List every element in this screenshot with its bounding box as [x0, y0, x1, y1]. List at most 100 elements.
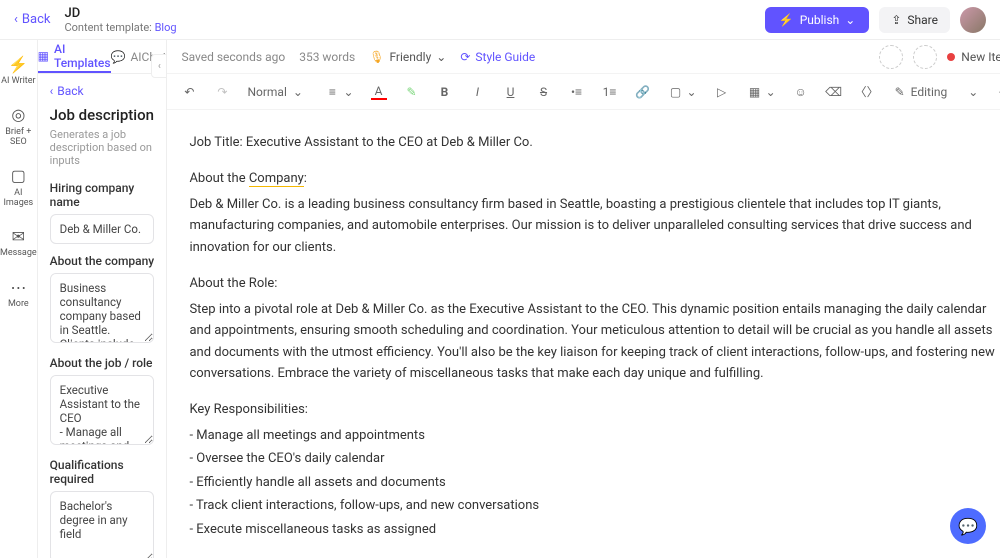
share-button[interactable]: ⇪ Share	[879, 7, 950, 33]
header-back-label: Back	[22, 12, 51, 27]
wand-icon: ⟳	[460, 50, 470, 64]
company-link[interactable]: Company	[249, 171, 304, 187]
style-guide-button[interactable]: ⟳ Style Guide	[460, 50, 535, 64]
editing-mode-select[interactable]: ✎ Editing ⌄	[888, 81, 983, 103]
more-toolbar-button[interactable]: ⋯	[992, 81, 1000, 103]
list-item: - Oversee the CEO's daily calendar	[189, 448, 1000, 469]
chevron-down-icon: ⌄	[845, 13, 855, 27]
sidebar-label: AI Writer	[1, 77, 35, 87]
field-role-input[interactable]	[50, 375, 155, 445]
field-about-input[interactable]	[50, 273, 155, 343]
table-button[interactable]: ▦⌄	[743, 81, 780, 103]
more-icon: ⋯	[8, 277, 28, 297]
template-prefix: Content template:	[64, 21, 151, 34]
chevron-down-icon: ⌄	[766, 85, 776, 99]
code-button[interactable]: 〈〉	[855, 81, 879, 103]
doc-title: JD	[64, 6, 176, 21]
bold-button[interactable]: B	[433, 81, 457, 103]
list-item: - Efficiently handle all assets and docu…	[189, 472, 1000, 493]
italic-icon: I	[470, 84, 486, 100]
chevron-left-icon: ‹	[158, 61, 161, 72]
pencil-icon: ✎	[892, 84, 908, 100]
chevron-down-icon: ⌄	[968, 85, 978, 99]
text-color-button[interactable]: A	[367, 81, 391, 103]
user-avatar[interactable]	[960, 7, 986, 33]
align-button[interactable]: ≡⌄	[320, 81, 357, 103]
lightning-icon: ⚡	[8, 54, 28, 74]
table-icon: ▦	[747, 84, 763, 100]
chevron-down-icon: ⌄	[436, 50, 446, 64]
status-chip[interactable]: New Item	[947, 50, 1000, 64]
share-icon: ⇪	[891, 13, 901, 27]
highlight-button[interactable]: ✎	[400, 81, 424, 103]
chat-icon: 💬	[111, 50, 126, 64]
publish-label: Publish	[800, 13, 840, 27]
lightning-icon: ⚡	[779, 13, 794, 27]
chat-icon: 💬	[958, 517, 978, 536]
panel-back-label: Back	[57, 84, 83, 98]
field-company-label: Hiring company name	[50, 181, 155, 209]
sidebar-message[interactable]: ✉ Message	[0, 226, 37, 259]
emoji-button[interactable]: ☺	[789, 81, 813, 103]
paragraph-format-select[interactable]: Normal ⌄	[243, 82, 311, 102]
image-button[interactable]: ▢⌄	[664, 81, 701, 103]
image-icon: ▢	[8, 166, 28, 186]
editor-toolbar: ↶ ↷ Normal ⌄ ≡⌄ A ✎ B I U S •≡ 1≡ 🔗 ▢⌄ ▷…	[167, 74, 1000, 110]
message-icon: ✉	[8, 226, 28, 246]
key-resp-list: - Manage all meetings and appointments -…	[189, 425, 1000, 540]
bullet-list-icon: •≡	[569, 84, 585, 100]
template-link[interactable]: Blog	[155, 21, 177, 34]
tone-selector[interactable]: 🎙 Friendly ⌄	[369, 50, 446, 64]
sidebar-label: More	[8, 300, 29, 310]
sidebar-ai-images[interactable]: ▢ AI Images	[0, 166, 37, 209]
sidebar-label: Brief + SEO	[0, 128, 37, 148]
highlight-icon: ✎	[404, 84, 420, 100]
undo-button[interactable]: ↶	[177, 81, 201, 103]
status-dot-icon	[947, 53, 955, 61]
format-label: Normal	[247, 85, 286, 99]
field-qual-input[interactable]	[50, 491, 155, 558]
redo-button[interactable]: ↷	[210, 81, 234, 103]
align-icon: ≡	[324, 84, 340, 100]
share-label: Share	[907, 13, 938, 27]
redo-icon: ↷	[214, 84, 230, 100]
link-button[interactable]: 🔗	[631, 81, 655, 103]
add-image-placeholder[interactable]	[913, 45, 937, 69]
key-resp-label: Key Responsibilities:	[189, 399, 1000, 420]
sidebar-brief-seo[interactable]: ◎ Brief + SEO	[0, 105, 37, 148]
chevron-left-icon: ‹	[14, 12, 18, 27]
field-company-input[interactable]	[50, 214, 155, 244]
strike-button[interactable]: S	[532, 81, 556, 103]
field-about-label: About the company	[50, 254, 155, 268]
about-company-label: About the Company:	[189, 168, 1000, 189]
saved-status: Saved seconds ago	[181, 50, 285, 64]
panel-back-button[interactable]: ‹ Back	[50, 84, 155, 98]
strike-icon: S	[536, 84, 552, 100]
sidebar-more[interactable]: ⋯ More	[8, 277, 29, 310]
undo-icon: ↶	[181, 84, 197, 100]
panel-title: Job description	[50, 106, 155, 124]
chevron-down-icon: ⌄	[687, 85, 697, 99]
template-panel: ‹ ▦ AI Templates 💬 AIChat ‹ Back Job des…	[38, 40, 168, 558]
style-guide-label: Style Guide	[475, 50, 535, 64]
sidebar-label: AI Images	[0, 189, 37, 209]
header-back-button[interactable]: ‹ Back	[14, 12, 50, 27]
list-item: - Execute miscellaneous tasks as assigne…	[189, 519, 1000, 540]
underline-button[interactable]: U	[499, 81, 523, 103]
clear-format-button[interactable]: ⌫	[822, 81, 846, 103]
sidebar-ai-writer[interactable]: ⚡ AI Writer	[1, 54, 35, 87]
target-icon: ◎	[8, 105, 28, 125]
document-content[interactable]: Job Title: Executive Assistant to the CE…	[167, 110, 1000, 558]
chat-bubble-button[interactable]: 💬	[950, 508, 986, 544]
number-list-button[interactable]: 1≡	[598, 81, 622, 103]
tab-ai-templates[interactable]: ▦ AI Templates	[38, 40, 111, 73]
sidebar-label: Message	[0, 249, 37, 259]
bullet-list-button[interactable]: •≡	[565, 81, 589, 103]
field-qual-label: Qualifications required	[50, 458, 155, 486]
video-button[interactable]: ▷	[710, 81, 734, 103]
publish-button[interactable]: ⚡ Publish ⌄	[765, 7, 870, 33]
tab-label: AI Templates	[54, 42, 111, 70]
link-icon: 🔗	[635, 84, 651, 100]
italic-button[interactable]: I	[466, 81, 490, 103]
add-avatar-placeholder[interactable]	[879, 45, 903, 69]
